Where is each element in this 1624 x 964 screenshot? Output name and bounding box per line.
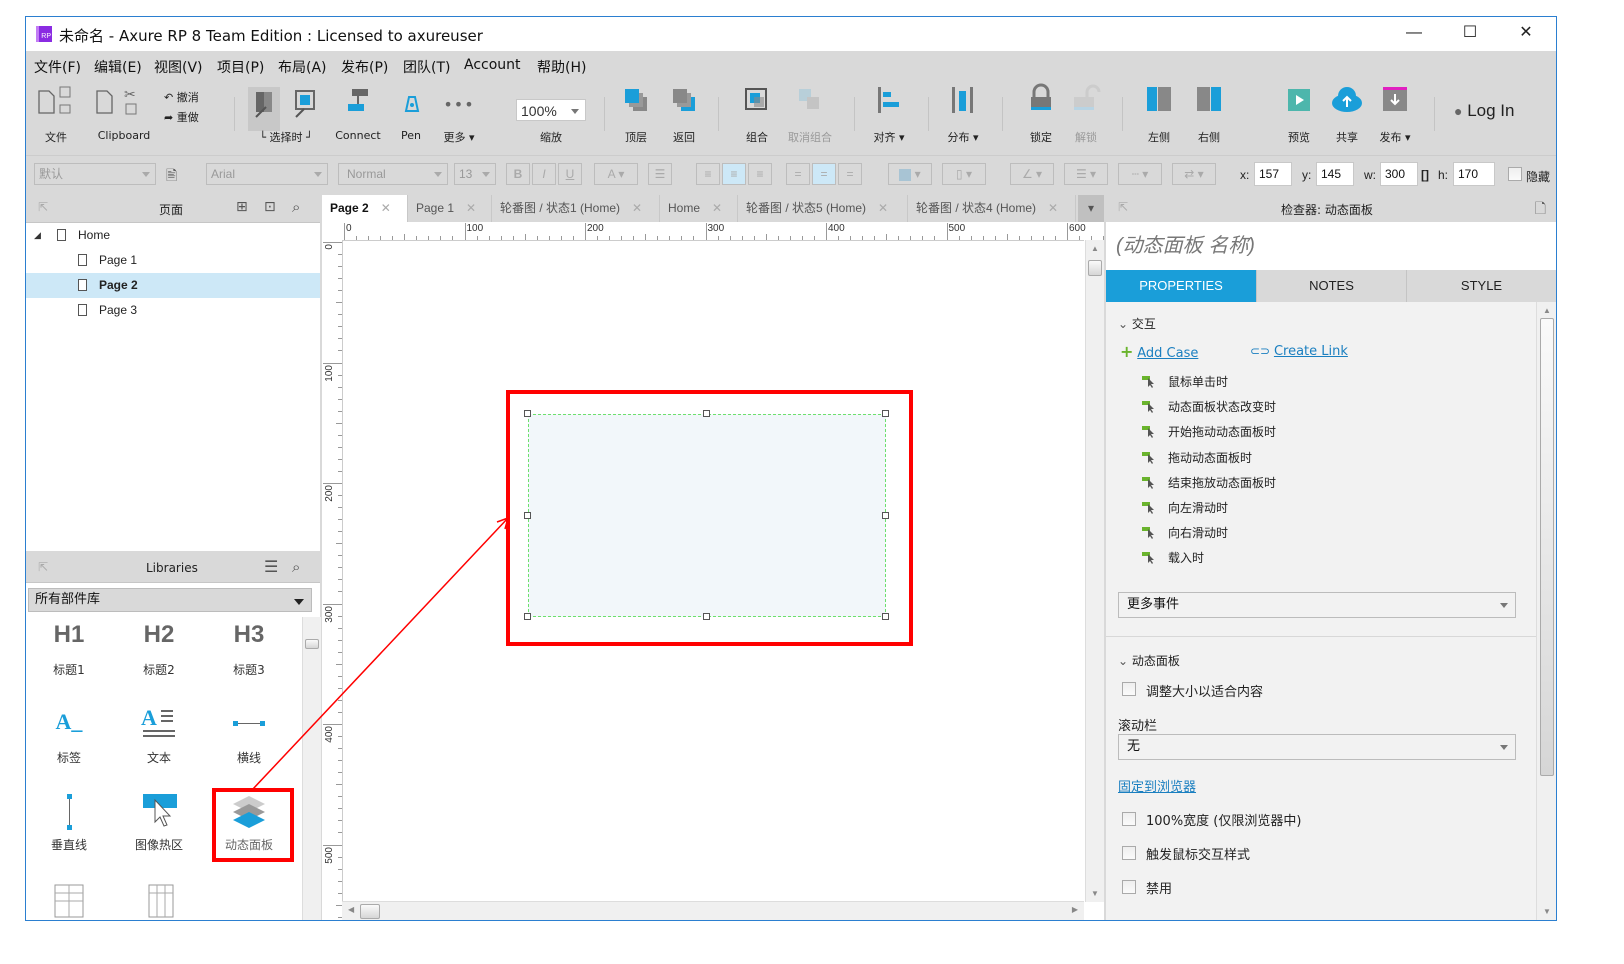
annotation-arrow: [251, 517, 509, 791]
